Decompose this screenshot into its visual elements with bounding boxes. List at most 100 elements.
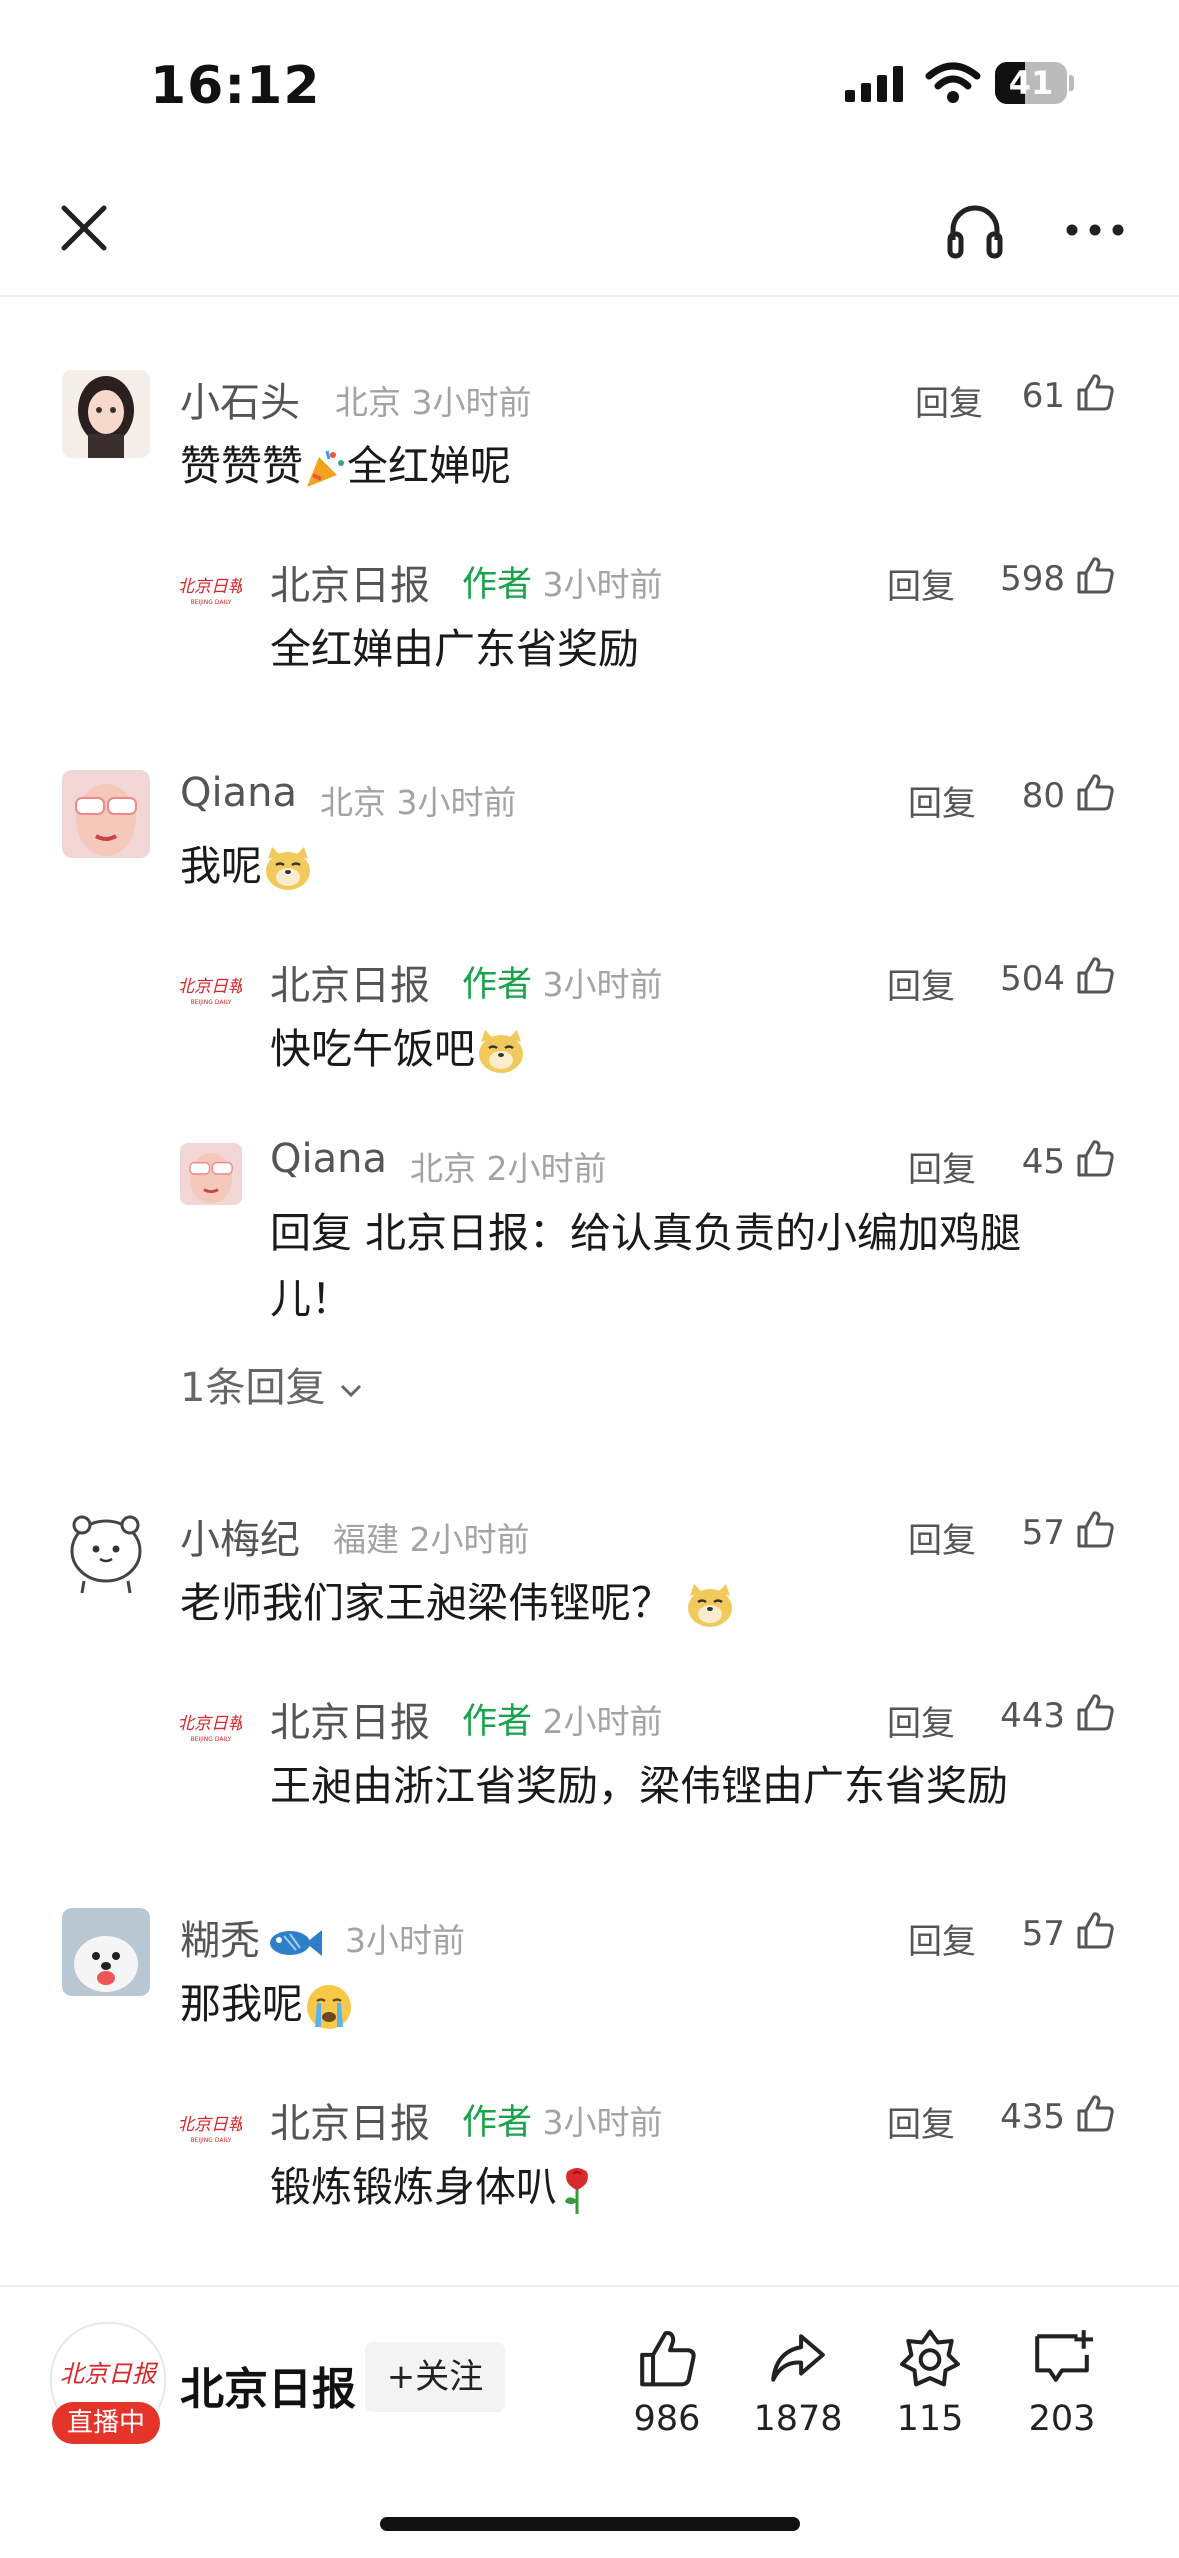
reply-text: 全红婵由广东省奖励: [270, 625, 639, 673]
reply-text: 王昶由浙江省奖励，梁伟铿由广东省奖励: [270, 1762, 1008, 1810]
avatar[interactable]: 北京日報 BEIJING DAILY: [177, 960, 247, 1022]
comment-text-content: 我呢: [180, 842, 262, 890]
svg-text:北京日報: 北京日報: [180, 1714, 242, 1734]
close-icon[interactable]: [58, 202, 110, 254]
reply-button[interactable]: 回复: [887, 559, 955, 608]
reply-button[interactable]: 回复: [915, 376, 983, 425]
status-time: 16:12: [150, 56, 321, 116]
like-count: 504: [1000, 959, 1065, 999]
status-bar: 16:12 41: [0, 0, 1179, 170]
reply-meta: 作者 3小时前: [462, 2094, 663, 2145]
comment-author[interactable]: Qiana: [180, 770, 297, 816]
fish-icon: [270, 1930, 322, 1956]
svg-text:北京日報: 北京日報: [180, 977, 242, 997]
comment-location: 福建: [333, 1520, 399, 1559]
expand-replies-button[interactable]: 1条回复: [180, 1355, 364, 1413]
like-count: 57: [1021, 1513, 1065, 1553]
collect-icon: [900, 2329, 960, 2387]
comment-total: 203: [1028, 2399, 1096, 2439]
comment-meta: 福建 2小时前: [333, 1513, 530, 1561]
avatar[interactable]: [62, 370, 150, 458]
reply-text: 快吃午饭吧: [270, 1016, 527, 1082]
thumbs-up-icon[interactable]: [1075, 372, 1115, 412]
thumbs-up-icon[interactable]: [1075, 772, 1115, 812]
comment-meta: 北京 3小时前: [320, 776, 517, 824]
comment-author[interactable]: 小梅纪: [180, 1507, 300, 1565]
reply-author[interactable]: 北京日报: [270, 953, 430, 1011]
reply-time: 3小时前: [542, 565, 663, 604]
thumbs-up-icon[interactable]: [1075, 555, 1115, 595]
headphones-icon[interactable]: [945, 200, 1005, 260]
comment-time: 3小时前: [396, 783, 517, 822]
live-badge: 直播中: [52, 2402, 160, 2444]
reply-button[interactable]: 回复: [908, 1513, 976, 1562]
avatar[interactable]: 北京日報 BEIJING DAILY: [177, 560, 247, 622]
reply-button[interactable]: 回复: [887, 959, 955, 1008]
reply-author[interactable]: 北京日报: [270, 553, 430, 611]
reply-author[interactable]: 北京日报: [270, 2091, 430, 2149]
avatar[interactable]: [62, 770, 150, 858]
reply-time: 2小时前: [542, 1702, 663, 1741]
comment-author[interactable]: 糊秃: [180, 1908, 324, 1966]
collect-action[interactable]: 115: [870, 2327, 990, 2439]
like-count: 57: [1021, 1914, 1065, 1954]
thumbs-up-icon[interactable]: [1075, 2093, 1115, 2133]
comment-time: 2小时前: [409, 1520, 530, 1559]
thumbs-up-icon[interactable]: [1075, 1509, 1115, 1549]
share-total: 1878: [753, 2399, 843, 2439]
top-nav-bar: [0, 170, 1179, 297]
comment-author[interactable]: 小石头: [180, 370, 300, 428]
home-indicator: [380, 2517, 800, 2531]
reply-author[interactable]: Qiana: [270, 1136, 387, 1182]
thumbs-up-icon[interactable]: [1075, 955, 1115, 995]
battery-icon: 41: [995, 62, 1074, 104]
collect-total: 115: [896, 2399, 964, 2439]
avatar[interactable]: [62, 1908, 150, 1996]
doge-emoji-icon: [266, 847, 310, 890]
share-icon: [771, 2334, 825, 2382]
comment-text-content: 那我呢: [180, 1980, 303, 2028]
reply-button[interactable]: 回复: [908, 1142, 976, 1191]
reply-meta: 作者 3小时前: [462, 556, 663, 607]
comment-text-content: 老师我们家王昶梁伟铿呢？: [180, 1579, 672, 1627]
svg-text:BEIJING DAILY: BEIJING DAILY: [191, 999, 232, 1006]
reply-text-line-1: 回复 北京日报：给认真负责的小编加鸡腿: [270, 1209, 1022, 1257]
reply-author[interactable]: 北京日报: [270, 1690, 430, 1748]
thumbs-up-icon: [640, 2330, 696, 2387]
doge-emoji-icon: [479, 1030, 523, 1073]
reply-button[interactable]: 回复: [887, 2097, 955, 2146]
svg-text:北京日報: 北京日報: [180, 2115, 242, 2135]
battery-level: 41: [1008, 64, 1054, 102]
reply-meta: 作者 2小时前: [462, 1693, 663, 1744]
wifi-icon: [925, 62, 981, 103]
comment-time: 3小时前: [411, 383, 532, 422]
like-action[interactable]: 986: [607, 2327, 727, 2439]
reply-text-content: 快吃午饭吧: [270, 1025, 475, 1073]
avatar[interactable]: [180, 1143, 242, 1205]
follow-button[interactable]: +关注: [365, 2342, 505, 2412]
author-badge: 作者: [462, 1702, 533, 1742]
reply-time: 3小时前: [542, 2103, 663, 2142]
comment-location: 北京: [335, 383, 401, 422]
like-count: 80: [1021, 776, 1065, 816]
reply-button[interactable]: 回复: [908, 776, 976, 825]
reply-button[interactable]: 回复: [908, 1914, 976, 1963]
thumbs-up-icon[interactable]: [1075, 1692, 1115, 1732]
publisher-name[interactable]: 北京日报: [180, 2353, 356, 2417]
comment-location: 北京: [320, 783, 386, 822]
thumbs-up-icon[interactable]: [1075, 1910, 1115, 1950]
comment-action[interactable]: 203: [1002, 2327, 1122, 2439]
thumbs-up-icon[interactable]: [1075, 1138, 1115, 1178]
party-popper-icon: [307, 450, 344, 487]
avatar[interactable]: 北京日報 BEIJING DAILY: [177, 2098, 247, 2160]
more-options-icon[interactable]: [1065, 222, 1125, 238]
reply-button[interactable]: 回复: [887, 1696, 955, 1745]
reply-time: 2小时前: [486, 1149, 607, 1188]
author-badge: 作者: [462, 965, 533, 1005]
svg-text:BEIJING DAILY: BEIJING DAILY: [191, 599, 232, 606]
avatar[interactable]: 北京日報 BEIJING DAILY: [177, 1697, 247, 1759]
like-count: 45: [1021, 1142, 1065, 1182]
avatar[interactable]: [62, 1507, 150, 1595]
share-action[interactable]: 1878: [738, 2327, 858, 2439]
comment-text: 老师我们家王昶梁伟铿呢？: [180, 1570, 738, 1636]
